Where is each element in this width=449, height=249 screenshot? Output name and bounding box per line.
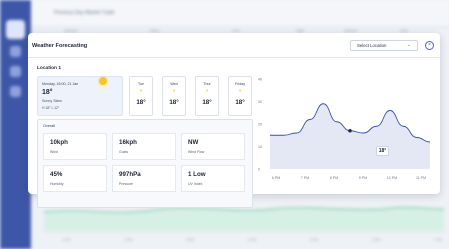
background-x-label: 4 PM	[247, 238, 257, 242]
stat-label: Humidity	[50, 182, 64, 186]
stat-label: Gusts	[119, 150, 129, 154]
forecast-day-card[interactable]: Thur ☀ 18°	[195, 76, 219, 116]
stat-value: 16kph	[119, 139, 137, 146]
background-x-label: 7 PM	[433, 238, 442, 242]
location-heading: Location 1	[37, 66, 61, 71]
nav-icon[interactable]	[10, 66, 21, 77]
stat-uv-index: 1 Low UV Index	[181, 165, 245, 192]
forecast-day-card[interactable]: Tue ☀ 18°	[129, 76, 153, 116]
nav-icon[interactable]	[10, 46, 21, 57]
x-tick-label: 6 PM	[272, 176, 280, 180]
stat-wind-flow: NW Wind Flow	[181, 133, 245, 160]
background-x-axis: 1 PM 2 PM 3 PM 4 PM 5 PM 6 PM 7 PM	[62, 238, 442, 242]
close-icon[interactable]: ×	[425, 41, 434, 50]
stat-pressure: 997hPa Pressure	[112, 165, 176, 192]
today-temperature: 18°	[42, 89, 53, 96]
stat-humidity: 45% Humidity	[43, 165, 107, 192]
dashboard-icon[interactable]	[6, 20, 25, 39]
chevron-down-icon: ⌄	[406, 42, 411, 48]
stat-label: Wind Flow	[188, 150, 205, 154]
stat-wind: 10kph Wind	[43, 133, 107, 160]
y-tick-label: 10	[258, 145, 262, 149]
temperature-area	[270, 103, 430, 169]
forecast-day-temp: 18°	[202, 99, 212, 106]
divider	[28, 57, 440, 58]
overall-label: Overall	[43, 124, 56, 128]
stat-value: 1 Low	[188, 171, 206, 178]
stat-value: 10kph	[50, 139, 68, 146]
background-title: Previous Day Market Trade	[54, 10, 115, 16]
forecast-day-temp: 18°	[235, 99, 245, 106]
temperature-chart: 0 10 20 30 40 6 PM 7 PM 8 PM 9 PM 10 PM 11 PM 18°	[256, 73, 432, 188]
chart-tooltip: 18°	[376, 146, 389, 156]
stat-value: 45%	[50, 171, 63, 178]
y-tick-label: 20	[258, 122, 262, 126]
forecast-day-temp: 18°	[169, 99, 179, 106]
forecast-day-card[interactable]: Wed ☀ 18°	[162, 76, 186, 116]
sun-icon	[99, 77, 107, 85]
location-select-value: Select Location	[357, 43, 387, 48]
today-card: Monday, 16:00, 21 Jan 18° Sunny Skies H …	[37, 76, 123, 116]
background-x-label: 3 PM	[185, 238, 195, 242]
modal-title: Weather Forecasting	[32, 43, 88, 49]
stat-gusts: 16kph Gusts	[112, 133, 176, 160]
forecast-day-name: Thur	[203, 82, 211, 86]
sun-icon: ☀	[238, 88, 242, 93]
sun-icon: ☀	[205, 88, 209, 93]
forecast-day-name: Friday	[235, 82, 245, 86]
forecast-day-card[interactable]: Friday ☀ 18°	[228, 76, 252, 116]
highlight-point[interactable]	[348, 128, 352, 133]
y-tick-label: 30	[258, 100, 262, 104]
overall-panel: Overall 10kph Wind 16kph Gusts NW Wind F…	[37, 119, 253, 208]
location-select[interactable]: Select Location ⌄	[350, 40, 418, 51]
y-tick-label: 40	[258, 77, 262, 81]
nav-icon[interactable]	[10, 86, 21, 97]
stat-label: Wind	[50, 150, 58, 154]
x-tick-label: 7 PM	[301, 176, 309, 180]
today-date: Monday, 16:00, 21 Jan	[42, 82, 79, 86]
stat-label: Pressure	[119, 182, 134, 186]
today-high-low: H 18° L 12°	[42, 106, 60, 110]
sun-icon: ☀	[172, 88, 176, 93]
stat-value: 997hPa	[119, 171, 141, 178]
temperature-chart-svg: 0 10 20 30 40 6 PM 7 PM 8 PM 9 PM 10 PM 11 PM	[258, 77, 431, 180]
background-x-label: 2 PM	[123, 238, 133, 242]
stat-label: UV Index	[188, 182, 203, 186]
forecast-day-name: Tue	[137, 82, 145, 86]
sidebar	[0, 0, 31, 249]
forecast-day-name: Wed	[170, 82, 178, 86]
weather-modal: Weather Forecasting Select Location ⌄ × …	[28, 33, 440, 208]
x-tick-label: 9 PM	[359, 176, 367, 180]
background-x-label: 6 PM	[371, 238, 381, 242]
background-x-label: 1 PM	[62, 238, 71, 242]
today-condition: Sunny Skies	[42, 99, 62, 103]
forecast-day-temp: 18°	[136, 99, 146, 106]
x-tick-label: 10 PM	[387, 176, 397, 180]
x-tick-label: 11 PM	[416, 176, 426, 180]
stat-value: NW	[188, 139, 199, 146]
sun-icon: ☀	[139, 88, 143, 93]
background-x-label: 5 PM	[309, 238, 319, 242]
y-tick-label: 0	[258, 167, 260, 171]
x-tick-label: 8 PM	[330, 176, 338, 180]
